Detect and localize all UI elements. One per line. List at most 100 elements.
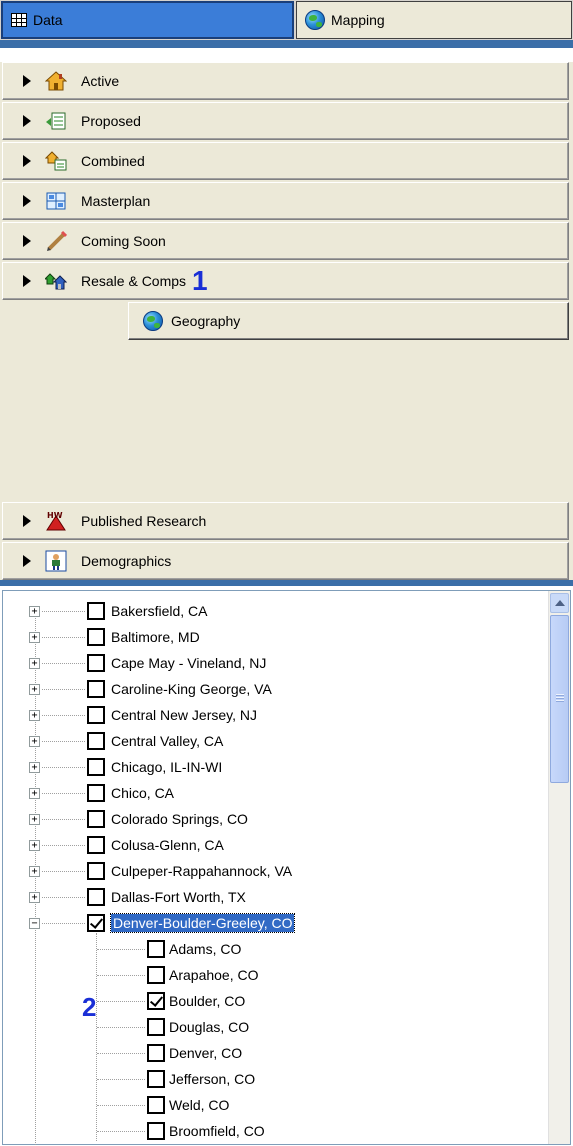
tree-item-county[interactable]: Denver, CO [3,1043,543,1069]
checkbox[interactable] [87,914,105,932]
proposed-icon [45,110,67,132]
tree-item-county[interactable]: Arapahoe, CO [3,965,543,991]
tree-item-market[interactable]: + Bakersfield, CA [3,601,543,627]
expand-icon[interactable]: + [29,814,40,825]
expand-icon[interactable]: + [29,866,40,877]
panel-splitter[interactable] [0,580,573,586]
accordion-item-combined[interactable]: Combined [2,142,569,180]
expand-icon[interactable]: + [29,788,40,799]
expand-icon[interactable]: + [29,606,40,617]
checkbox[interactable] [87,836,105,854]
checkbox[interactable] [87,810,105,828]
tree-connector [97,1001,145,1002]
tree-item-label: Central Valley, CA [111,733,224,749]
checkbox[interactable] [87,680,105,698]
tree-connector [42,897,85,898]
geography-tree-panel: + Bakersfield, CA + Baltimore, MD + Cape May … [2,590,571,1146]
expand-arrow-icon [23,155,31,167]
expand-icon[interactable]: + [29,710,40,721]
checkbox[interactable] [147,992,165,1010]
tab-data[interactable]: Data [1,1,294,39]
expand-icon[interactable]: + [29,892,40,903]
expand-icon[interactable]: + [29,632,40,643]
tree-item-market[interactable]: + Colorado Springs, CO [3,809,543,835]
expand-icon[interactable]: + [29,762,40,773]
accordion-item-published-research[interactable]: HW Published Research [2,502,569,540]
checkbox[interactable] [147,1070,165,1088]
combined-icon [44,150,67,172]
tree-item-market[interactable]: + Dallas-Fort Worth, TX [3,887,543,913]
collapse-icon[interactable]: − [29,918,40,929]
checkbox[interactable] [87,862,105,880]
tree-item-county[interactable]: Adams, CO [3,939,543,965]
tab-underline [0,40,573,48]
expand-arrow-icon [23,195,31,207]
tree-item-market[interactable]: + Chico, CA [3,783,543,809]
tree-item-market[interactable]: + Central Valley, CA [3,731,543,757]
tree-item-county[interactable]: Weld, CO [3,1095,543,1121]
vertical-scrollbar[interactable] [548,591,570,1144]
tree-item-label: Bakersfield, CA [111,603,208,619]
geography-button[interactable]: Geography [128,302,569,340]
accordion-label: Published Research [81,513,207,529]
tree-item-market[interactable]: + Cape May - Vineland, NJ [3,653,543,679]
accordion-label: Coming Soon [81,233,166,249]
tree-connector [42,611,85,612]
expand-arrow-icon [23,555,31,567]
tree-connector [42,871,85,872]
expand-icon[interactable]: + [29,840,40,851]
tree-connector [42,741,85,742]
scroll-up-button[interactable] [550,593,569,613]
checkbox[interactable] [87,758,105,776]
checkbox[interactable] [87,654,105,672]
tree-item-label: Adams, CO [169,941,242,957]
checkbox[interactable] [87,888,105,906]
tab-mapping-label: Mapping [331,12,385,28]
expand-icon[interactable]: + [29,658,40,669]
tree-item-label: Chicago, IL-IN-WI [111,759,223,775]
tree-connector [42,845,85,846]
tree-item-market[interactable]: + Central New Jersey, NJ [3,705,543,731]
tree-item-market[interactable]: + Baltimore, MD [3,627,543,653]
accordion-item-masterplan[interactable]: Masterplan [2,182,569,220]
geography-tree: + Bakersfield, CA + Baltimore, MD + Cape May … [3,591,548,1146]
checkbox[interactable] [87,784,105,802]
accordion-item-coming-soon[interactable]: Coming Soon [2,222,569,260]
tree-item-label: Douglas, CO [169,1019,250,1035]
tree-item-market[interactable]: + Chicago, IL-IN-WI [3,757,543,783]
checkbox[interactable] [87,628,105,646]
globe-icon [305,10,325,30]
tree-item-label: Baltimore, MD [111,629,200,645]
checkbox[interactable] [147,966,165,984]
checkbox[interactable] [147,1044,165,1062]
tree-item-market[interactable]: + Culpeper-Rappahannock, VA [3,861,543,887]
tab-mapping[interactable]: Mapping [296,1,572,39]
masterplan-icon [45,190,67,212]
scroll-thumb[interactable] [550,615,569,783]
tree-item-market[interactable]: + Colusa-Glenn, CA [3,835,543,861]
tree-item-county[interactable]: Jefferson, CO [3,1069,543,1095]
tree-item-market[interactable]: + Caroline-King George, VA [3,679,543,705]
callout-number: 1 [192,265,208,296]
expand-icon[interactable]: + [29,684,40,695]
resale-icon [43,270,68,292]
accordion-item-proposed[interactable]: Proposed [2,102,569,140]
tree-connector [97,949,145,950]
checkbox[interactable] [87,602,105,620]
accordion-item-demographics[interactable]: Demographics [2,542,569,580]
checkbox[interactable] [147,940,165,958]
tree-item-market[interactable]: − Denver-Boulder-Greeley, CO [3,913,543,939]
expand-arrow-icon [23,275,31,287]
checkbox[interactable] [147,1096,165,1114]
checkbox[interactable] [87,706,105,724]
accordion-item-active[interactable]: Active [2,62,569,100]
accordion-item-resale-comps[interactable]: Resale & Comps 1 [2,262,569,300]
expand-icon[interactable]: + [29,736,40,747]
accordion-label: Proposed [81,113,141,129]
tree-connector [97,975,145,976]
checkbox[interactable] [87,732,105,750]
checkbox[interactable] [147,1122,165,1140]
checkbox[interactable] [147,1018,165,1036]
tree-item-county[interactable]: Broomfield, CO [3,1121,543,1146]
tree-connector [42,637,85,638]
